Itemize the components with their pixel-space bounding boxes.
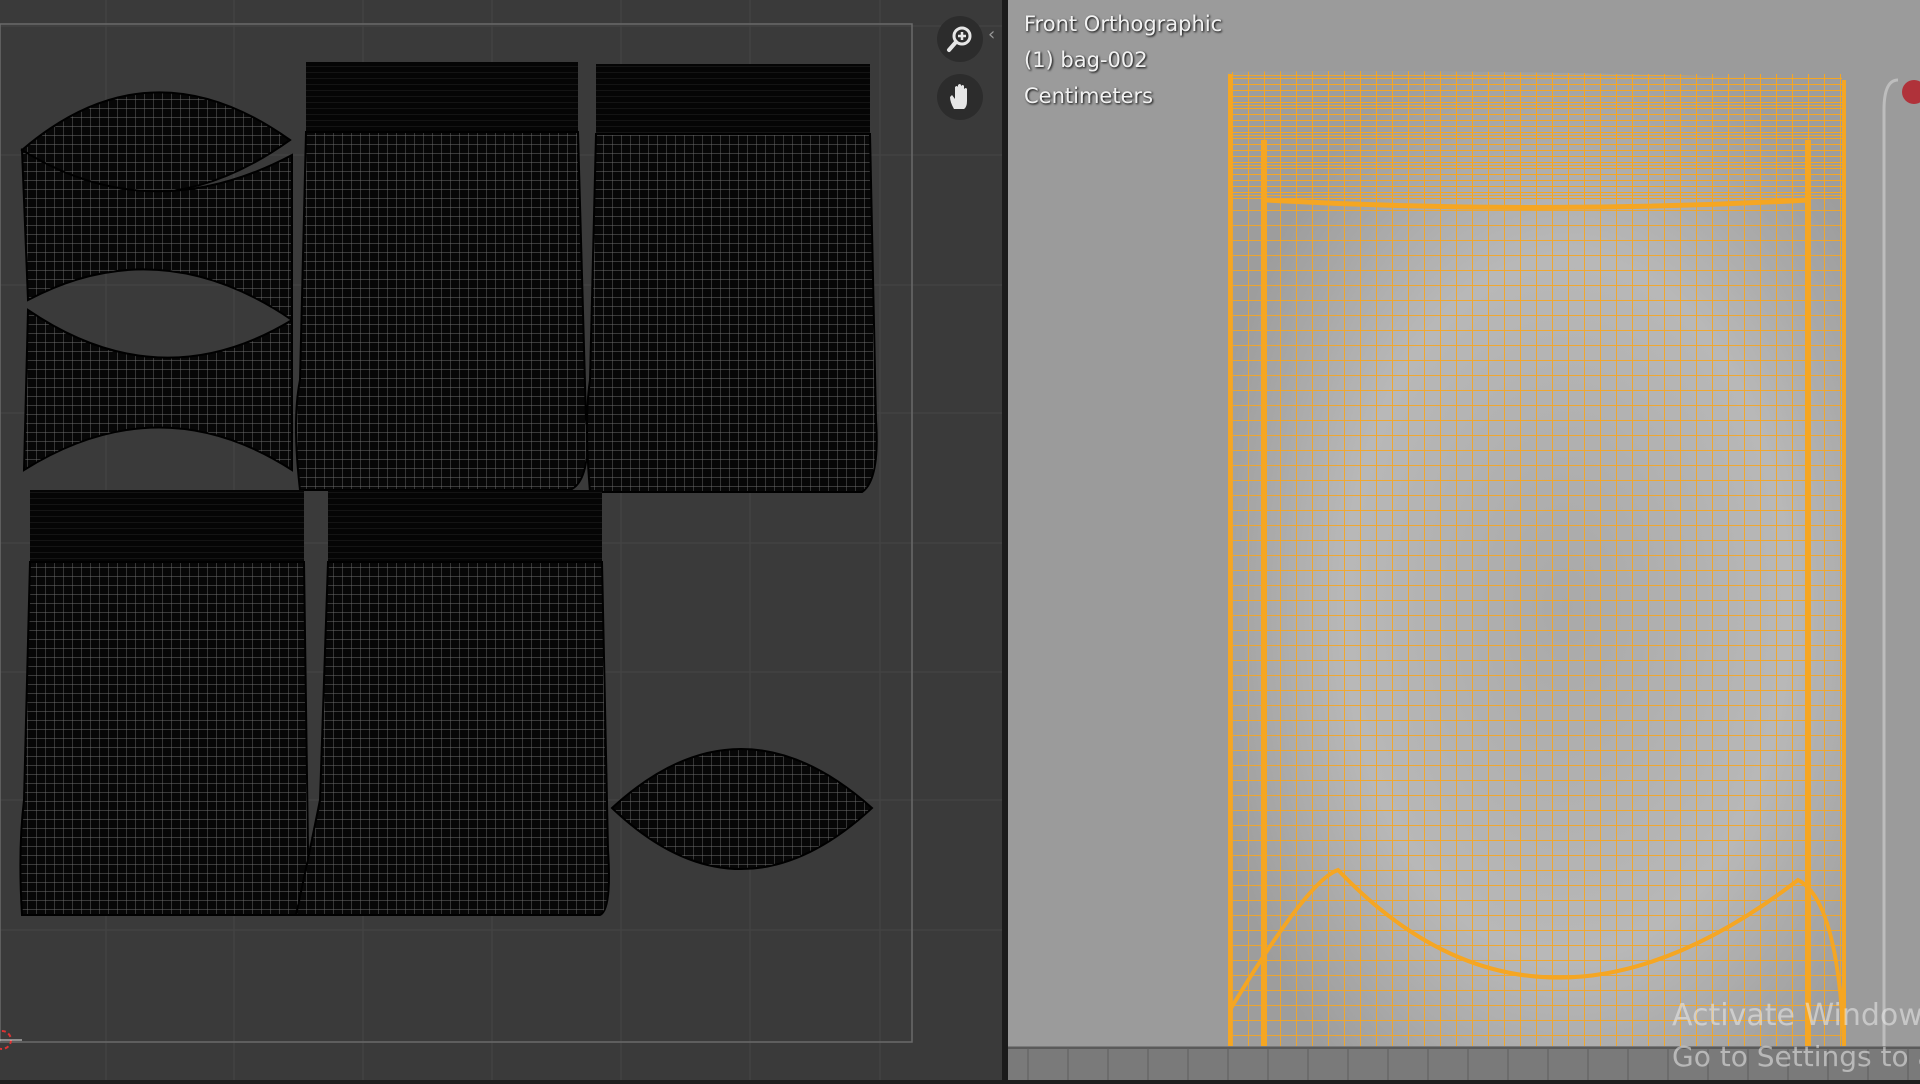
3d-viewport[interactable] (1008, 0, 1920, 1080)
activation-watermark-subtitle: Go to Settings to act (1672, 1040, 1920, 1073)
activation-watermark-title: Activate Windows (1672, 998, 1920, 1033)
object-name-label: (1) bag-002 (1024, 48, 1148, 72)
adjacent-object-marker (1902, 80, 1920, 104)
uv-island-front-panel-2[interactable] (586, 64, 878, 493)
view-name-label: Front Orthographic (1024, 12, 1223, 36)
uv-island-back-panel-2[interactable] (294, 490, 610, 916)
zoom-in-icon (947, 26, 972, 52)
viewport-canvas[interactable] (1008, 0, 1920, 1080)
2d-cursor-icon[interactable] (0, 1030, 22, 1050)
uv-editor-panel[interactable] (0, 0, 1002, 1080)
uv-island-side-lower[interactable] (22, 308, 293, 472)
bag-mesh-wireframe[interactable] (1228, 71, 1846, 1047)
hand-icon (950, 84, 967, 109)
uv-island-front-panel-1[interactable] (295, 62, 589, 491)
adjacent-object-outline (1882, 78, 1899, 1080)
zoom-button[interactable] (937, 16, 983, 62)
uv-island-back-panel-1[interactable] (19, 490, 310, 916)
pan-button[interactable] (937, 74, 983, 120)
uv-canvas[interactable] (0, 0, 1002, 1080)
uv-island-gusset-bottom[interactable] (610, 748, 874, 870)
uv-islands[interactable] (19, 62, 878, 916)
units-label: Centimeters (1024, 84, 1154, 108)
